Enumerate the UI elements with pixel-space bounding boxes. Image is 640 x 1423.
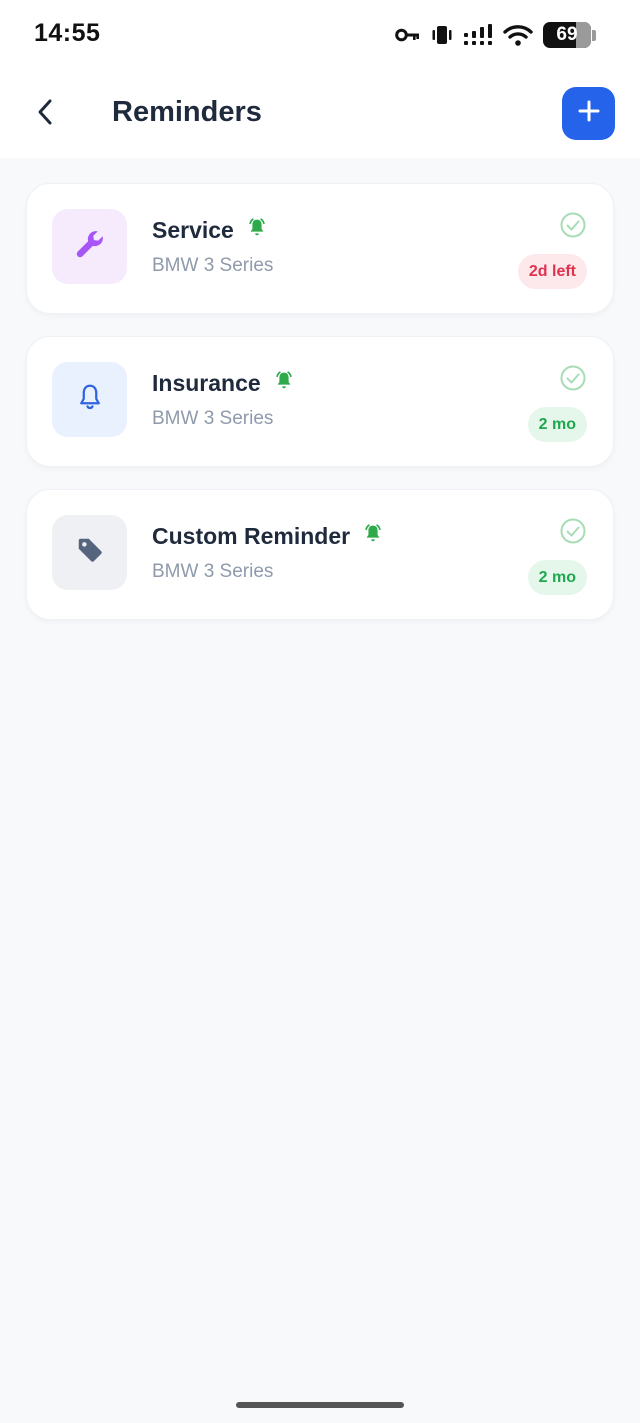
mark-done-button[interactable]: [559, 364, 587, 392]
signal-icon: [463, 23, 493, 47]
mark-done-button[interactable]: [559, 517, 587, 545]
key-icon: [395, 27, 421, 43]
card-icon-container: [52, 515, 127, 590]
wrench-icon: [74, 228, 106, 265]
plus-icon: [578, 100, 600, 127]
header: Reminders: [0, 70, 640, 158]
alarm-active-icon: [246, 216, 268, 244]
check-circle-icon: [559, 212, 587, 243]
status-bar: 14:55 69: [0, 0, 640, 70]
battery-body: 69: [543, 22, 591, 48]
card-title-row: Custom Reminder: [152, 522, 384, 550]
reminder-vehicle: BMW 3 Series: [152, 561, 274, 582]
battery-empty-portion: [576, 22, 591, 48]
reminder-title: Insurance: [152, 369, 261, 396]
reminder-list: Service BMW 3 Series 2d left Insurance B…: [26, 183, 614, 642]
vibrate-icon: [431, 24, 453, 46]
reminder-vehicle: BMW 3 Series: [152, 255, 274, 276]
reminder-card-insurance[interactable]: Insurance BMW 3 Series 2 mo: [26, 336, 614, 467]
due-badge: 2 mo: [527, 560, 587, 595]
card-icon-container: [52, 209, 127, 284]
add-reminder-button[interactable]: [562, 87, 615, 140]
status-icons: 69: [395, 20, 596, 50]
reminder-vehicle: BMW 3 Series: [152, 408, 274, 429]
reminder-card-custom[interactable]: Custom Reminder BMW 3 Series 2 mo: [26, 489, 614, 620]
alarm-active-icon: [273, 369, 295, 397]
check-circle-icon: [559, 365, 587, 396]
due-badge: 2 mo: [527, 407, 587, 442]
reminder-card-service[interactable]: Service BMW 3 Series 2d left: [26, 183, 614, 314]
home-indicator[interactable]: [236, 1402, 404, 1408]
reminder-title: Service: [152, 216, 234, 243]
app-screen: 14:55 69 Reminders Service BMW 3 Series …: [0, 0, 640, 1423]
check-circle-icon: [559, 518, 587, 549]
card-icon-container: [52, 362, 127, 437]
due-badge: 2d left: [517, 254, 587, 289]
battery-level: 69: [556, 24, 578, 45]
wifi-icon: [503, 23, 533, 47]
bell-icon: [75, 382, 105, 417]
page-title: Reminders: [112, 96, 262, 128]
battery-cap: [592, 29, 596, 41]
reminder-title: Custom Reminder: [152, 522, 351, 549]
mark-done-button[interactable]: [559, 211, 587, 239]
chevron-left-icon: [35, 98, 57, 131]
card-title-row: Service: [152, 216, 268, 244]
battery-icon: 69: [543, 22, 596, 48]
card-title-row: Insurance: [152, 369, 295, 397]
status-time: 14:55: [34, 19, 101, 47]
alarm-active-icon: [362, 522, 384, 550]
tag-icon: [75, 535, 105, 570]
back-button[interactable]: [24, 92, 68, 136]
